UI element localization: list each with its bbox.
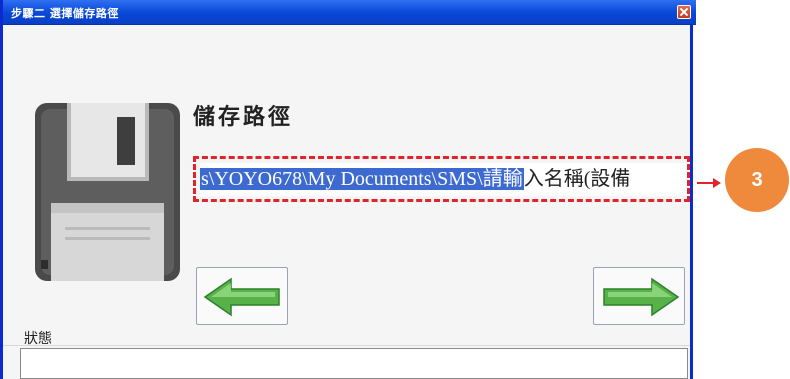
right-arrow-icon (603, 277, 680, 317)
next-button[interactable] (593, 267, 685, 325)
close-button[interactable] (677, 5, 691, 19)
left-arrow-icon (203, 277, 280, 317)
step-number-badge: 3 (725, 148, 789, 212)
status-label: 狀態 (24, 331, 52, 347)
back-button[interactable] (196, 267, 288, 325)
path-input[interactable]: s\YOYO678\My Documents\SMS\請輸入名稱(設備 (200, 163, 687, 196)
callout-arrow-icon (697, 178, 721, 188)
dialog-body: 儲存路徑 s\YOYO678\My Documents\SMS\請輸入名稱(設備 (3, 25, 690, 379)
path-selected-text: s\YOYO678\My Documents\SMS\請輸 (200, 168, 524, 190)
highlight-box: s\YOYO678\My Documents\SMS\請輸入名稱(設備 (193, 156, 690, 202)
status-field (20, 348, 688, 379)
title-bar[interactable]: 步驟二 選擇儲存路徑 (3, 0, 696, 25)
floppy-disk-icon (35, 103, 180, 281)
save-path-dialog: 步驟二 選擇儲存路徑 儲存路徑 s\YOYO678\My Documents\S… (0, 0, 696, 379)
save-path-heading: 儲存路徑 (193, 104, 294, 130)
path-remaining-text: 入名稱(設備 (523, 168, 631, 190)
window-title: 步驟二 選擇儲存路徑 (11, 7, 119, 20)
status-divider (3, 345, 690, 346)
